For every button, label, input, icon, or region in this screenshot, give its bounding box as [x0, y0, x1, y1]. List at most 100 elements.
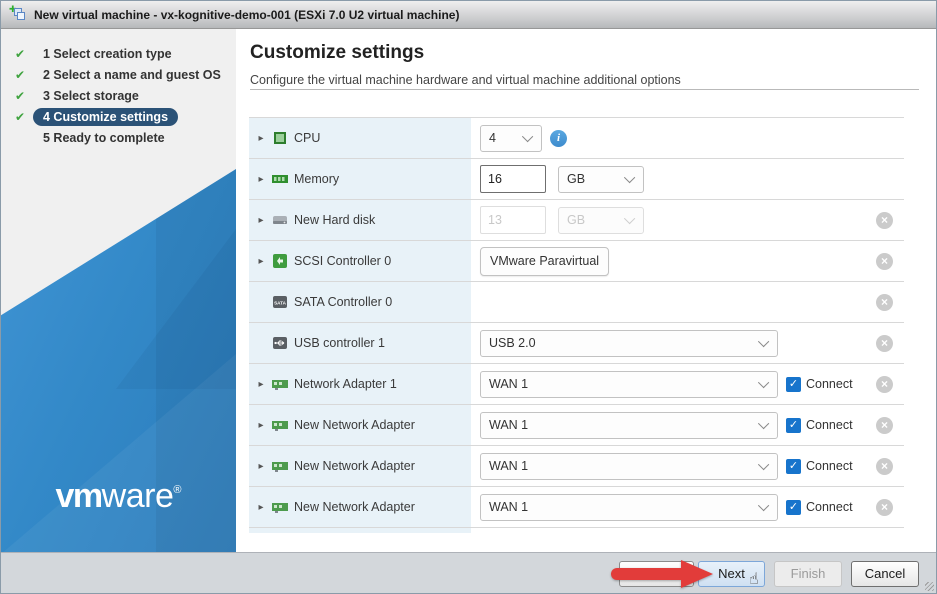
expand-arrow-icon[interactable]: ▸ — [256, 256, 266, 267]
row-label: New Network Adapter — [294, 459, 415, 473]
row-label: CPU — [294, 131, 320, 145]
remove-icon[interactable]: × — [876, 253, 893, 270]
wizard-steps: ✔ 1 Select creation type ✔ 2 Select a na… — [1, 29, 236, 148]
network-select[interactable]: WAN 1 — [480, 371, 778, 398]
usb-version-select[interactable]: USB 2.0 — [480, 330, 778, 357]
table-row-network-adapter: ▸ New Network Adapter WAN 1 ✓ Connect × — [249, 487, 904, 528]
page-title: Customize settings — [250, 42, 920, 64]
usb-controller-icon — [272, 336, 288, 350]
network-adapter-icon — [272, 459, 288, 473]
hard-disk-icon — [272, 213, 288, 227]
connect-label: Connect — [806, 418, 853, 432]
cancel-button[interactable]: Cancel — [851, 561, 919, 587]
chevron-down-icon — [758, 459, 769, 470]
network-select[interactable]: WAN 1 — [480, 453, 778, 480]
expand-arrow-icon[interactable]: ▸ — [256, 502, 266, 513]
window-title: New virtual machine - vx-kognitive-demo-… — [34, 8, 459, 22]
footer-bar: Next Finish Cancel — [1, 552, 936, 593]
row-label: SATA Controller 0 — [294, 295, 392, 309]
remove-icon[interactable]: × — [876, 294, 893, 311]
connect-label: Connect — [806, 459, 853, 473]
remove-icon[interactable]: × — [876, 335, 893, 352]
step-select-storage[interactable]: ✔ 3 Select storage — [15, 85, 236, 106]
network-adapter-icon — [272, 418, 288, 432]
row-label: Memory — [294, 172, 339, 186]
expand-arrow-icon[interactable]: ▸ — [256, 461, 266, 472]
titlebar: ✚ New virtual machine - vx-kognitive-dem… — [1, 1, 936, 29]
scsi-controller-icon — [272, 254, 288, 268]
step-select-creation-type[interactable]: ✔ 1 Select creation type — [15, 43, 236, 64]
table-row-clipped — [249, 528, 904, 533]
remove-icon[interactable]: × — [876, 499, 893, 516]
scsi-type-combo[interactable]: VMware Paravirtual — [480, 247, 609, 276]
expand-arrow-icon[interactable]: ▸ — [256, 133, 266, 144]
check-icon: ✔ — [15, 47, 33, 61]
chevron-down-icon — [624, 213, 635, 224]
row-label: New Network Adapter — [294, 418, 415, 432]
svg-text:SATA: SATA — [274, 301, 287, 306]
sata-controller-icon: SATA — [272, 295, 288, 309]
row-label: SCSI Controller 0 — [294, 254, 391, 268]
network-adapter-icon — [272, 377, 288, 391]
finish-button: Finish — [774, 561, 842, 587]
network-select[interactable]: WAN 1 — [480, 412, 778, 439]
step-customize-settings[interactable]: ✔ 4 Customize settings — [15, 106, 236, 127]
remove-icon[interactable]: × — [876, 458, 893, 475]
connect-label: Connect — [806, 500, 853, 514]
vmware-logo: vmware® — [1, 477, 236, 516]
row-label: New Network Adapter — [294, 500, 415, 514]
remove-icon[interactable]: × — [876, 212, 893, 229]
expand-arrow-icon[interactable]: ▸ — [256, 215, 266, 226]
expand-arrow-icon[interactable]: ▸ — [256, 379, 266, 390]
network-adapter-icon — [272, 500, 288, 514]
expand-arrow-icon[interactable]: ▸ — [256, 174, 266, 185]
disk-unit-select: GB — [558, 207, 644, 234]
table-row-sata-controller: ▸ SATA SATA Controller 0 × — [249, 282, 904, 323]
connect-label: Connect — [806, 377, 853, 391]
connect-checkbox[interactable]: ✓ — [786, 418, 801, 433]
page-subtitle: Configure the virtual machine hardware a… — [250, 73, 920, 87]
step-ready-to-complete[interactable]: 5 Ready to complete — [15, 127, 236, 148]
expand-arrow-icon[interactable]: ▸ — [256, 420, 266, 431]
row-label: New Hard disk — [294, 213, 375, 227]
network-select[interactable]: WAN 1 — [480, 494, 778, 521]
table-row-network-adapter: ▸ New Network Adapter WAN 1 ✓ Connect × — [249, 446, 904, 487]
chevron-down-icon — [758, 336, 769, 347]
table-row-hard-disk: ▸ New Hard disk GB × — [249, 200, 904, 241]
memory-unit-select[interactable]: GB — [558, 166, 644, 193]
chevron-down-icon — [624, 172, 635, 183]
connect-checkbox[interactable]: ✓ — [786, 459, 801, 474]
info-icon[interactable]: i — [550, 130, 567, 147]
check-icon: ✔ — [15, 89, 33, 103]
table-row-network-adapter: ▸ Network Adapter 1 WAN 1 ✓ Connect × — [249, 364, 904, 405]
remove-icon[interactable]: × — [876, 417, 893, 434]
back-button[interactable] — [619, 561, 694, 587]
table-row-scsi-controller: ▸ SCSI Controller 0 VMware Paravirtual × — [249, 241, 904, 282]
main-panel: Customize settings Configure the virtual… — [236, 29, 936, 554]
header-divider — [250, 89, 919, 90]
connect-checkbox[interactable]: ✓ — [786, 500, 801, 515]
disk-size-input — [480, 206, 546, 234]
new-vm-wizard-window: ✚ New virtual machine - vx-kognitive-dem… — [0, 0, 937, 594]
memory-size-input[interactable] — [480, 165, 546, 193]
connect-checkbox[interactable]: ✓ — [786, 377, 801, 392]
resize-grip[interactable] — [925, 582, 934, 591]
chevron-down-icon — [758, 500, 769, 511]
chevron-down-icon — [758, 418, 769, 429]
cpu-icon — [272, 131, 288, 145]
cursor-hand-icon: ☝ — [749, 569, 759, 589]
chevron-down-icon — [522, 131, 533, 142]
cpu-count-select[interactable]: 4 — [480, 125, 542, 152]
remove-icon[interactable]: × — [876, 376, 893, 393]
check-icon: ✔ — [15, 110, 33, 124]
step-select-name-guest-os[interactable]: ✔ 2 Select a name and guest OS — [15, 64, 236, 85]
table-row-memory: ▸ Memory GB — [249, 159, 904, 200]
memory-icon — [272, 172, 288, 186]
row-label: Network Adapter 1 — [294, 377, 397, 391]
chevron-down-icon — [758, 377, 769, 388]
row-label: USB controller 1 — [294, 336, 385, 350]
table-row-usb-controller: ▸ USB controller 1 USB 2.0 × — [249, 323, 904, 364]
wizard-sidebar: ✔ 1 Select creation type ✔ 2 Select a na… — [1, 29, 236, 554]
table-row-network-adapter: ▸ New Network Adapter WAN 1 ✓ Connect × — [249, 405, 904, 446]
table-row-cpu: ▸ CPU 4 i — [249, 118, 904, 159]
